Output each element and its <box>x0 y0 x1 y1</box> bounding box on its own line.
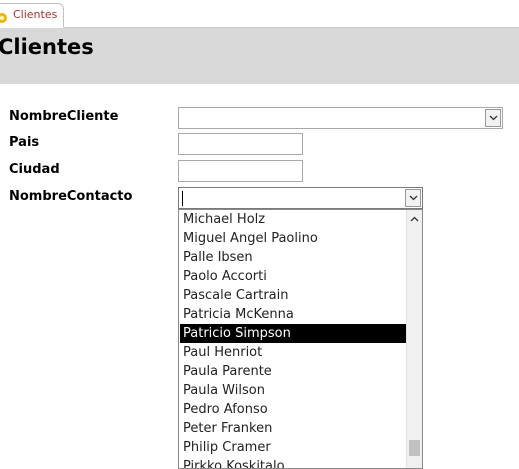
dropdown-item[interactable]: Paul Henriot <box>180 343 406 362</box>
nombre-contacto-label: NombreContacto <box>9 189 133 204</box>
nombre-cliente-combo[interactable] <box>178 107 503 129</box>
dropdown-item[interactable]: Paolo Accorti <box>180 267 406 286</box>
text-caret <box>182 191 183 206</box>
dropdown-item[interactable]: Palle Ibsen <box>180 248 406 267</box>
dropdown-item[interactable]: Philip Cramer <box>180 438 406 457</box>
chevron-up-icon <box>410 216 419 222</box>
dropdown-item[interactable]: Patricio Simpson <box>180 324 406 343</box>
dropdown-item[interactable]: Michael Holz <box>180 210 406 229</box>
dropdown-item[interactable]: Pedro Afonso <box>180 400 406 419</box>
nombre-contacto-combo[interactable] <box>178 187 423 209</box>
nombre-cliente-input[interactable] <box>179 109 502 129</box>
nombre-cliente-dropdown-button[interactable] <box>485 109 501 127</box>
dropdown-item[interactable]: Paula Parente <box>180 362 406 381</box>
scroll-thumb[interactable] <box>409 440 420 456</box>
form-icon <box>0 9 9 23</box>
dropdown-item[interactable]: Paula Wilson <box>180 381 406 400</box>
nombre-contacto-dropdown-button[interactable] <box>405 189 421 207</box>
page-title: Clientes <box>0 35 94 59</box>
scroll-up-button[interactable] <box>407 210 422 228</box>
tab-label: Clientes <box>13 8 58 21</box>
ciudad-label: Ciudad <box>9 162 60 177</box>
chevron-down-icon <box>489 115 498 121</box>
document-tab-bar: Clientes <box>0 0 519 28</box>
dropdown-item[interactable]: Peter Franken <box>180 419 406 438</box>
dropdown-item[interactable]: Patricia McKenna <box>180 305 406 324</box>
nombre-cliente-label: NombreCliente <box>9 109 119 124</box>
pais-label: Pais <box>9 135 40 150</box>
pais-input[interactable] <box>179 135 302 155</box>
pais-field[interactable] <box>178 133 303 155</box>
ciudad-field[interactable] <box>178 160 303 182</box>
dropdown-scrollbar[interactable] <box>406 210 422 468</box>
chevron-down-icon <box>409 195 418 201</box>
dropdown-item[interactable]: Pirkko Koskitalo <box>180 457 406 468</box>
tab-clientes[interactable]: Clientes <box>0 3 64 28</box>
contact-dropdown-list[interactable]: Pirkko Koskitalo Philip Cramer Peter Frank… <box>178 209 423 469</box>
ciudad-input[interactable] <box>179 162 302 182</box>
dropdown-item[interactable]: Pascale Cartrain <box>180 286 406 305</box>
dropdown-item[interactable]: Miguel Angel Paolino <box>180 229 406 248</box>
